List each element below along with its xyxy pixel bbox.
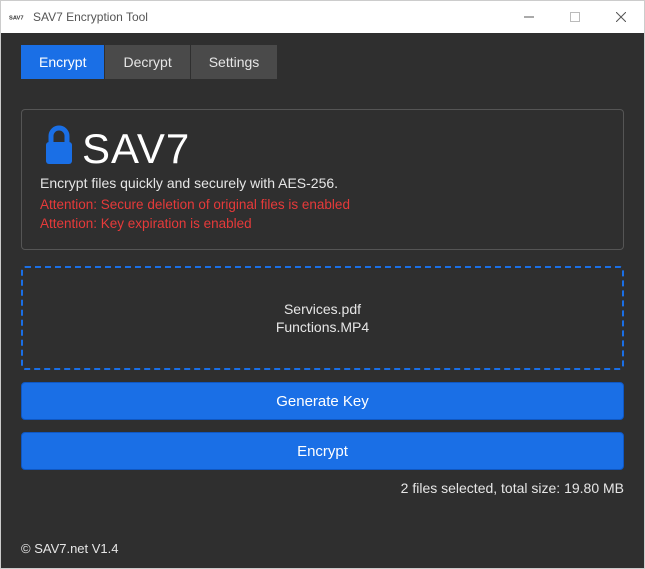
dropzone-file: Functions.MP4 <box>276 319 369 335</box>
client-area: Encrypt Decrypt Settings SAV7 Encrypt fi… <box>1 33 644 568</box>
footer-text: © SAV7.net V1.4 <box>21 541 119 556</box>
window-controls <box>506 1 644 33</box>
tab-label: Encrypt <box>39 54 86 70</box>
tab-settings[interactable]: Settings <box>191 45 278 79</box>
status-text: 2 files selected, total size: 19.80 MB <box>21 480 624 496</box>
tab-label: Settings <box>209 54 260 70</box>
window-title: SAV7 Encryption Tool <box>33 10 148 24</box>
file-dropzone[interactable]: Services.pdf Functions.MP4 <box>21 266 624 370</box>
close-button[interactable] <box>598 1 644 33</box>
brand-text: SAV7 <box>82 125 190 173</box>
hero-panel: SAV7 Encrypt files quickly and securely … <box>21 109 624 250</box>
maximize-button[interactable] <box>552 1 598 33</box>
button-label: Encrypt <box>297 443 348 460</box>
app-icon: SAV7 <box>9 10 27 24</box>
tab-decrypt[interactable]: Decrypt <box>105 45 190 79</box>
minimize-button[interactable] <box>506 1 552 33</box>
titlebar: SAV7 SAV7 Encryption Tool <box>1 1 644 33</box>
warning-line: Attention: Secure deletion of original f… <box>40 197 605 212</box>
tab-label: Decrypt <box>123 54 171 70</box>
hero-subtitle: Encrypt files quickly and securely with … <box>40 175 605 191</box>
brand: SAV7 <box>40 124 605 173</box>
warning-line: Attention: Key expiration is enabled <box>40 216 605 231</box>
dropzone-file: Services.pdf <box>284 301 361 317</box>
app-window: SAV7 SAV7 Encryption Tool Encrypt <box>0 0 645 569</box>
generate-key-button[interactable]: Generate Key <box>21 382 624 420</box>
encrypt-button[interactable]: Encrypt <box>21 432 624 470</box>
lock-icon <box>40 124 78 173</box>
button-label: Generate Key <box>276 393 369 410</box>
svg-text:SAV7: SAV7 <box>9 15 24 21</box>
tab-encrypt[interactable]: Encrypt <box>21 45 105 79</box>
tabs: Encrypt Decrypt Settings <box>21 45 624 79</box>
